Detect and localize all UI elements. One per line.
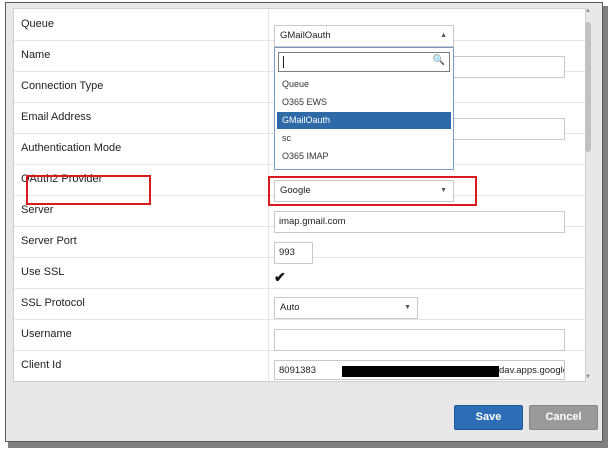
email-address-label: Email Address [21, 111, 92, 123]
highlight-box-select [268, 176, 477, 206]
queue-option-selected[interactable]: GMailOauth [277, 112, 451, 129]
form-scrollbar[interactable]: ▲ ▼ [584, 8, 592, 380]
username-label: Username [21, 328, 72, 340]
queue-option[interactable]: O365 IMAP [277, 148, 451, 165]
ssl-protocol-label: SSL Protocol [21, 297, 85, 309]
queue-label: Queue [21, 18, 55, 30]
auth-mode-label: Authentication Mode [21, 142, 122, 154]
value-cell [268, 71, 269, 102]
cancel-button[interactable]: Cancel [529, 405, 598, 430]
server-port-label: Server Port [21, 235, 77, 247]
queue-option[interactable]: Queue [277, 76, 451, 93]
save-button[interactable]: Save [454, 405, 523, 430]
redaction-bar [342, 366, 499, 377]
highlight-box-label [26, 175, 151, 205]
queue-select-value: GMailOauth [280, 30, 331, 41]
search-icon: 🔍 [432, 55, 445, 66]
server-port-input[interactable]: 993 [274, 242, 313, 264]
text-cursor [283, 56, 284, 68]
server-input[interactable]: imap.gmail.com [274, 211, 565, 233]
value-cell [268, 40, 269, 71]
queue-option[interactable]: sc [277, 130, 451, 147]
use-ssl-checkbox[interactable]: ✔ [274, 270, 286, 284]
queue-search-input[interactable]: 🔍 [278, 52, 450, 72]
queue-dropdown-list: 🔍 Queue O365 EWS GMailOauth sc O365 IMAP [274, 47, 454, 170]
queue-select[interactable]: GMailOauth ▲ [274, 25, 454, 47]
value-cell [268, 288, 269, 319]
value-cell [268, 133, 269, 164]
server-port-value: 993 [279, 247, 295, 258]
queue-option[interactable]: O365 EWS [277, 94, 451, 111]
email-address-input[interactable] [453, 118, 565, 140]
value-cell [268, 319, 269, 350]
value-cell [268, 9, 269, 40]
caret-up-icon: ▲ [440, 32, 447, 39]
use-ssl-label: Use SSL [21, 266, 65, 278]
scroll-up-icon[interactable]: ▲ [585, 8, 591, 14]
value-cell [268, 102, 269, 133]
value-cell [268, 226, 269, 257]
server-input-value: imap.gmail.com [279, 216, 346, 227]
name-label: Name [21, 49, 51, 61]
client-id-value-end: dav.apps.google [499, 365, 565, 376]
client-id-input[interactable]: 8091383 dav.apps.google [274, 360, 565, 380]
ssl-protocol-select[interactable]: Auto ▼ [274, 297, 418, 319]
caret-down-icon: ▼ [404, 304, 411, 311]
value-cell [268, 350, 269, 381]
name-input[interactable] [453, 56, 565, 78]
connection-type-label: Connection Type [21, 80, 104, 92]
scroll-thumb[interactable] [585, 22, 591, 152]
client-id-label: Client Id [21, 359, 62, 371]
value-cell [268, 257, 269, 288]
username-input[interactable] [274, 329, 565, 351]
client-id-value-start: 8091383 [279, 365, 316, 376]
ssl-protocol-value: Auto [280, 302, 300, 313]
scroll-down-icon[interactable]: ▼ [585, 374, 591, 380]
